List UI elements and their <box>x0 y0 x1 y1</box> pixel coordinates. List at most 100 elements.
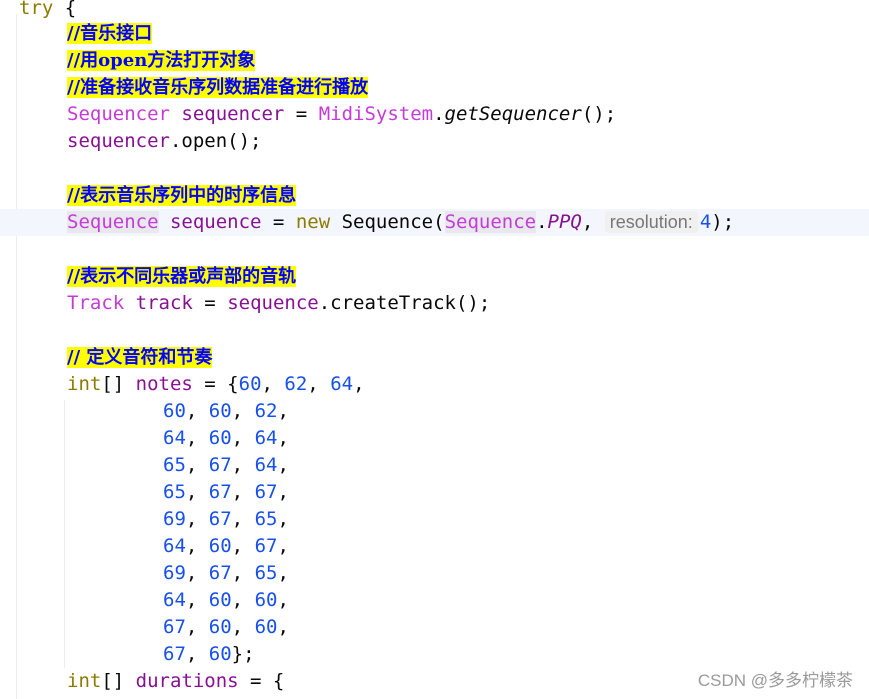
operator: = { <box>238 670 285 692</box>
number-literal: 60 <box>163 400 186 422</box>
number-literal: 64 <box>163 535 186 557</box>
indent-guide <box>16 14 17 699</box>
variable: durations <box>135 670 239 692</box>
parameter-hint: resolution: <box>604 211 698 233</box>
method-name: getSequencer <box>444 103 582 125</box>
code-line-notes-last[interactable]: 67, 60}; <box>163 641 255 668</box>
code-line-notes-row[interactable]: 64, 60, 60, <box>163 587 289 614</box>
number-literal: 4 <box>699 211 712 233</box>
number-literal: 64 <box>330 373 354 395</box>
number-literal: 67 <box>254 481 278 503</box>
code-line-open[interactable]: sequencer.open(); <box>67 128 261 155</box>
type-name: Sequencer <box>67 103 170 125</box>
comment: //音乐接口 <box>67 23 153 44</box>
code-line-notes-row[interactable]: 69, 67, 65, <box>163 506 289 533</box>
number-literal: 60 <box>208 427 232 449</box>
watermark: CSDN @多多柠檬茶 <box>697 671 853 690</box>
code-line-try[interactable]: try { <box>19 0 76 22</box>
keyword: int <box>67 670 102 692</box>
number-literal: 65 <box>254 562 278 584</box>
variable: notes <box>135 373 193 395</box>
code-line-comment[interactable]: //音乐接口 <box>67 20 153 47</box>
number-literal: 64 <box>163 427 186 449</box>
keyword: int <box>67 373 102 395</box>
number-literal: 64 <box>163 589 186 611</box>
number-literal: 67 <box>163 643 186 665</box>
code-line-comment[interactable]: //表示不同乐器或声部的音轨 <box>67 263 297 290</box>
comment: //准备接收音乐序列数据准备进行播放 <box>67 77 369 98</box>
code-line-notes-row[interactable]: 64, 60, 67, <box>163 533 289 560</box>
variable: sequencer <box>181 103 285 125</box>
number-literal: 60 <box>208 400 232 422</box>
number-literal: 67 <box>163 616 186 638</box>
variable: sequence <box>169 211 262 233</box>
code-line-notes-row[interactable]: 67, 60, 60, <box>163 614 289 641</box>
number-literal: 67 <box>208 562 232 584</box>
number-literal: 60 <box>254 616 278 638</box>
number-literal: 65 <box>163 454 186 476</box>
static-field: PPQ <box>547 211 582 233</box>
number-literal: 67 <box>208 454 232 476</box>
number-literal: 65 <box>163 481 186 503</box>
number-literal: 64 <box>254 454 278 476</box>
keyword: try <box>19 0 54 19</box>
number-literal: 67 <box>208 481 232 503</box>
variable: sequence <box>227 292 319 314</box>
code-line-durations-decl[interactable]: int[] durations = { <box>67 668 284 695</box>
number-literal: 60 <box>254 589 278 611</box>
brackets: [] <box>101 373 136 395</box>
code-line-notes-row[interactable]: 65, 67, 67, <box>163 479 289 506</box>
method-call: .createTrack(); <box>318 292 491 314</box>
dot: . <box>433 103 445 125</box>
number-literal: 69 <box>163 562 186 584</box>
code-line-notes-row[interactable]: 64, 60, 64, <box>163 425 289 452</box>
code-line-notes-decl[interactable]: int[] notes = {60, 62, 64, <box>67 371 365 398</box>
paren: ( <box>433 211 445 233</box>
comment: //用open方法打开对象 <box>67 50 256 71</box>
code-line-notes-row[interactable]: 65, 67, 64, <box>163 452 289 479</box>
number-literal: 67 <box>254 535 278 557</box>
comment: //表示不同乐器或声部的音轨 <box>67 266 297 287</box>
code-editor[interactable]: try { //音乐接口 //用open方法打开对象 //准备接收音乐序列数据准… <box>0 0 869 699</box>
number-literal: 67 <box>208 508 232 530</box>
punctuation: }; <box>231 643 255 665</box>
code-line-notes-row[interactable]: 60, 60, 62, <box>163 398 289 425</box>
number-literal: 60 <box>238 373 262 395</box>
number-literal: 60 <box>208 535 232 557</box>
punctuation: ); <box>711 211 735 233</box>
method-call: .open(); <box>169 130 262 152</box>
number-literal: 60 <box>208 616 232 638</box>
brace: { <box>53 0 77 19</box>
variable: track <box>135 292 193 314</box>
variable: sequencer <box>67 130 170 152</box>
code-line-track-decl[interactable]: Track track = sequence.createTrack(); <box>67 290 490 317</box>
brackets: [] <box>101 670 136 692</box>
operator: = <box>261 211 296 233</box>
type-name: Track <box>67 292 125 314</box>
code-line-sequencer-decl[interactable]: Sequencer sequencer = MidiSystem.getSequ… <box>67 101 616 128</box>
code-line-notes-row[interactable]: 69, 67, 65, <box>163 560 289 587</box>
code-line-comment[interactable]: //准备接收音乐序列数据准备进行播放 <box>67 74 369 101</box>
number-literal: 69 <box>163 508 186 530</box>
constructor-name: Sequence <box>341 211 434 233</box>
indent-guide-array <box>64 400 65 668</box>
code-line-comment[interactable]: //表示音乐序列中的时序信息 <box>67 182 297 209</box>
code-line-comment[interactable]: // 定义音符和节奏 <box>67 344 213 371</box>
comment: //表示音乐序列中的时序信息 <box>67 185 297 206</box>
punctuation: (); <box>581 103 617 125</box>
number-literal: 62 <box>254 400 278 422</box>
comment: // 定义音符和节奏 <box>67 347 213 368</box>
operator: = { <box>192 373 239 395</box>
number-literal: 60 <box>208 589 232 611</box>
operator: = <box>284 103 319 125</box>
comma: , <box>581 211 605 233</box>
type-name: Sequence <box>444 211 537 233</box>
code-line-comment[interactable]: //用open方法打开对象 <box>67 47 256 74</box>
number-literal: 64 <box>254 427 278 449</box>
dot: . <box>536 211 548 233</box>
operator: = <box>192 292 228 314</box>
number-literal: 60 <box>208 643 232 665</box>
keyword: new <box>295 211 331 233</box>
code-line-sequence-decl[interactable]: Sequence sequence = new Sequence(Sequenc… <box>67 209 734 236</box>
type-name: MidiSystem <box>318 103 434 125</box>
